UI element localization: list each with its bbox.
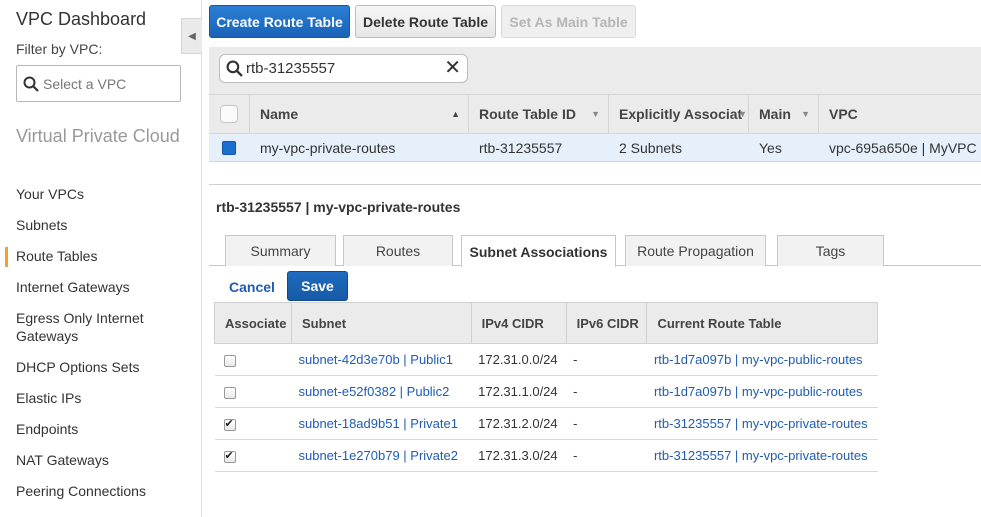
sidebar-item-peering-connections[interactable]: Peering Connections — [0, 482, 146, 500]
detail-tabs: Summary Routes Subnet Associations Route… — [209, 235, 981, 267]
table-row[interactable]: my-vpc-private-routes rtb-31235557 2 Sub… — [209, 134, 981, 162]
sidebar-collapse-button[interactable]: ◀ — [181, 18, 202, 54]
sort-ascending-icon: ▲ — [451, 109, 460, 119]
row-route-table-id: rtb-31235557 — [479, 140, 563, 156]
column-header-main-label: Main — [759, 106, 791, 122]
clear-search-icon[interactable]: ✕ — [444, 58, 461, 78]
route-table-link[interactable]: rtb-31235557 | my-vpc-private-routes — [646, 439, 878, 472]
route-table-link[interactable]: rtb-1d7a097b | my-vpc-public-routes — [646, 343, 878, 376]
subnet-link[interactable]: subnet-e52f0382 | Public2 — [291, 375, 472, 408]
table-row: subnet-42d3e70b | Public1 172.31.0.0/24 … — [214, 343, 878, 376]
detail-title: rtb-31235557 | my-vpc-private-routes — [216, 199, 461, 215]
column-header-ipv4-cidr: IPv4 CIDR — [470, 302, 567, 344]
delete-route-table-button[interactable]: Delete Route Table — [355, 5, 496, 38]
column-header-ipv6-cidr: IPv6 CIDR — [565, 302, 648, 344]
row-checkbox-cell — [222, 134, 242, 162]
tab-tags[interactable]: Tags — [777, 235, 884, 266]
sidebar-item-your-vpcs[interactable]: Your VPCs — [0, 185, 84, 203]
sidebar-title[interactable]: VPC Dashboard — [16, 9, 146, 30]
tab-subnet-associations[interactable]: Subnet Associations — [461, 235, 616, 267]
sidebar-item-nat-gateways[interactable]: NAT Gateways — [0, 451, 109, 469]
column-header-vpc-label: VPC — [829, 106, 858, 122]
associate-checkbox[interactable] — [223, 386, 236, 399]
table-row: subnet-18ad9b51 | Private1 172.31.2.0/24… — [214, 407, 878, 440]
detail-divider — [209, 184, 981, 185]
associate-cell — [214, 407, 292, 440]
ipv6-cidr: - — [566, 407, 647, 440]
associate-checkbox-checked[interactable] — [223, 449, 236, 463]
associate-cell — [214, 343, 292, 376]
column-header-subnet: Subnet — [290, 302, 472, 344]
column-header-explicitly-associated[interactable]: Explicitly Associat ▼ — [608, 95, 748, 133]
associate-checkbox[interactable] — [223, 354, 236, 367]
search-icon — [226, 60, 243, 77]
sort-caret-icon: ▼ — [801, 109, 810, 119]
row-main: Yes — [759, 140, 782, 156]
sidebar: VPC Dashboard Filter by VPC: Select a VP… — [0, 0, 202, 517]
sidebar-item-dhcp-options-sets[interactable]: DHCP Options Sets — [0, 358, 139, 376]
select-all-checkbox[interactable] — [220, 105, 238, 123]
tab-route-propagation[interactable]: Route Propagation — [625, 235, 766, 266]
sidebar-section-heading: Virtual Private Cloud — [16, 126, 180, 146]
ipv6-cidr: - — [566, 375, 647, 408]
associate-cell — [214, 439, 292, 472]
table-row: subnet-1e270b79 | Private2 172.31.3.0/24… — [214, 439, 878, 472]
search-value: rtb-31235557 — [246, 60, 336, 77]
column-header-vpc[interactable]: VPC — [818, 95, 981, 133]
tab-routes[interactable]: Routes — [343, 235, 453, 266]
sidebar-item-endpoints[interactable]: Endpoints — [0, 420, 78, 438]
sidebar-item-route-tables[interactable]: Route Tables — [0, 247, 97, 267]
ipv4-cidr: 172.31.2.0/24 — [471, 407, 567, 440]
sidebar-item-internet-gateways[interactable]: Internet Gateways — [0, 278, 130, 296]
column-header-name-label: Name — [260, 106, 299, 122]
route-table-grid: rtb-31235557 ✕ Name ▲ Route Table ID ▼ E… — [209, 47, 981, 162]
column-header-route-table-id-label: Route Table ID — [479, 106, 576, 122]
subnet-link[interactable]: subnet-1e270b79 | Private2 — [291, 439, 472, 472]
row-vpc: vpc-695a650e | MyVPC — [829, 140, 977, 156]
search-icon — [23, 76, 39, 92]
table-row: subnet-e52f0382 | Public2 172.31.1.0/24 … — [214, 375, 878, 408]
column-header-main[interactable]: Main ▼ — [748, 95, 818, 133]
row-checkbox[interactable] — [222, 141, 236, 155]
row-name: my-vpc-private-routes — [260, 140, 396, 156]
column-header-name[interactable]: Name ▲ — [249, 95, 468, 133]
associate-checkbox-checked[interactable] — [223, 417, 236, 431]
column-header-associate: Associate — [214, 302, 292, 344]
search-input[interactable]: rtb-31235557 ✕ — [219, 54, 468, 83]
subnet-associations-table: Associate Subnet IPv4 CIDR IPv6 CIDR Cur… — [214, 302, 878, 472]
chevron-left-icon: ◀ — [188, 30, 196, 42]
select-all-checkbox-cell — [209, 95, 249, 133]
row-explicitly-associated: 2 Subnets — [619, 140, 683, 156]
column-header-route-table-id[interactable]: Route Table ID ▼ — [468, 95, 608, 133]
ipv4-cidr: 172.31.3.0/24 — [471, 439, 567, 472]
tab-summary[interactable]: Summary — [225, 235, 336, 266]
column-header-explicitly-associated-label: Explicitly Associat — [619, 106, 743, 122]
set-as-main-table-button[interactable]: Set As Main Table — [501, 5, 636, 38]
ipv6-cidr: - — [566, 343, 647, 376]
sidebar-item-subnets[interactable]: Subnets — [0, 216, 67, 234]
main-content: Create Route Table Delete Route Table Se… — [209, 0, 981, 517]
ipv6-cidr: - — [566, 439, 647, 472]
ipv4-cidr: 172.31.0.0/24 — [471, 343, 567, 376]
subnet-link[interactable]: subnet-18ad9b51 | Private1 — [291, 407, 472, 440]
sidebar-item-elastic-ips[interactable]: Elastic IPs — [0, 389, 81, 407]
sort-caret-icon: ▼ — [591, 109, 600, 119]
ipv4-cidr: 172.31.1.0/24 — [471, 375, 567, 408]
subnet-link[interactable]: subnet-42d3e70b | Public1 — [291, 343, 472, 376]
vpc-filter-placeholder: Select a VPC — [43, 75, 127, 92]
sort-caret-icon: ▼ — [738, 109, 747, 119]
sidebar-item-egress-only-internet-gateways[interactable]: Egress Only Internet Gateways — [0, 309, 150, 345]
filter-label: Filter by VPC: — [16, 41, 103, 57]
vpc-filter-select[interactable]: Select a VPC — [16, 65, 181, 102]
subnet-table-header: Associate Subnet IPv4 CIDR IPv6 CIDR Cur… — [214, 302, 878, 344]
grid-header: Name ▲ Route Table ID ▼ Explicitly Assoc… — [209, 94, 981, 134]
route-table-link[interactable]: rtb-1d7a097b | my-vpc-public-routes — [646, 375, 878, 408]
create-route-table-button[interactable]: Create Route Table — [209, 5, 350, 38]
route-table-link[interactable]: rtb-31235557 | my-vpc-private-routes — [646, 407, 878, 440]
column-header-current-route-table: Current Route Table — [646, 302, 878, 344]
associate-cell — [214, 375, 292, 408]
cancel-button[interactable]: Cancel — [229, 279, 275, 295]
save-button[interactable]: Save — [287, 271, 348, 301]
